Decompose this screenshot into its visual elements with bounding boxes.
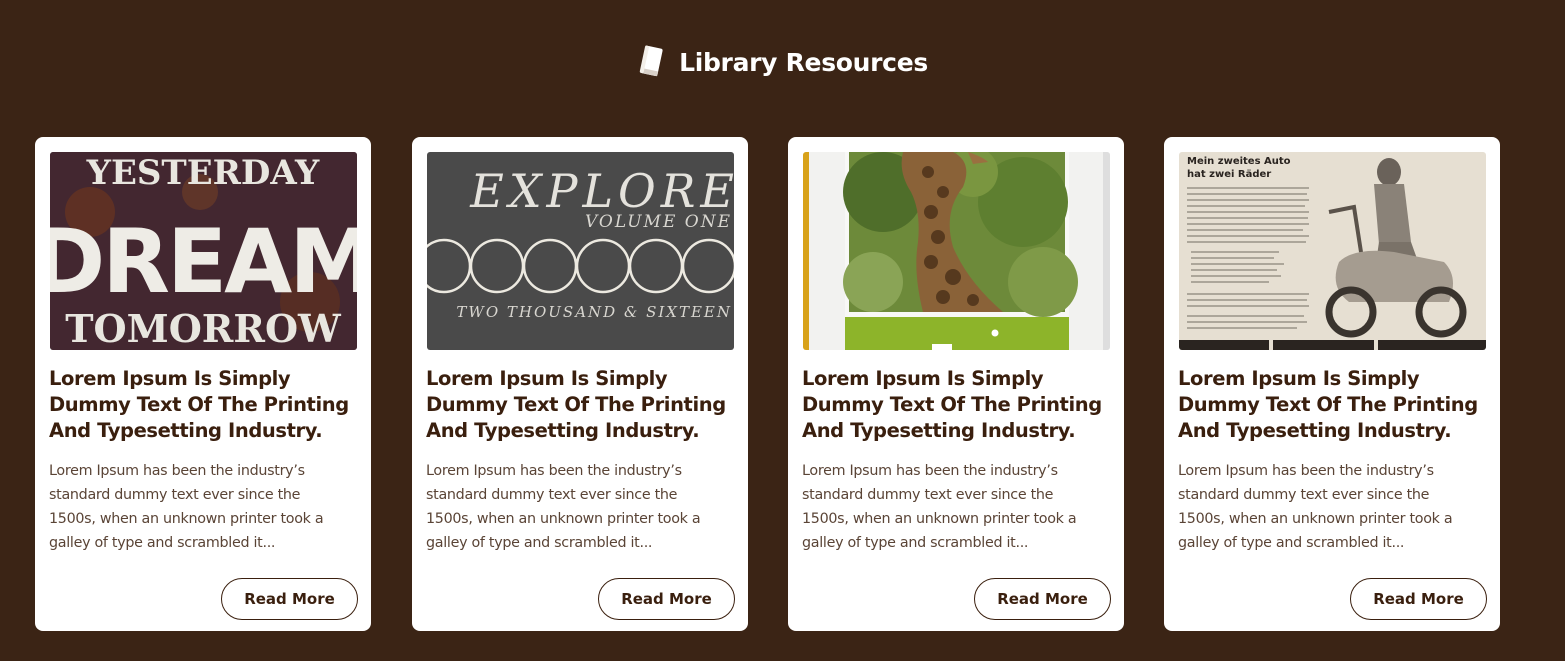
image-text-1: EXPLORE (469, 164, 734, 218)
resource-card: YESTERDAY DREAM TOMORROW Lorem Ipsum Is … (35, 137, 371, 631)
card-title[interactable]: Lorem Ipsum Is Simply Dummy Text Of The … (426, 366, 731, 444)
card-title[interactable]: Lorem Ipsum Is Simply Dummy Text Of The … (1178, 366, 1483, 444)
card-image[interactable]: YESTERDAY DREAM TOMORROW (50, 152, 357, 350)
image-text-2: VOLUME ONE (585, 212, 732, 232)
image-text-1: Mein zweites Auto (1187, 156, 1291, 167)
image-text-3: TOMORROW (65, 306, 342, 350)
read-more-button[interactable]: Read More (1350, 578, 1487, 620)
image-text-2: DREAM (50, 210, 357, 313)
resource-card: EXPLORE VOLUME ONE TWO THOUSAND & SIXTEE… (412, 137, 748, 631)
section-header: Library Resources (0, 44, 1565, 80)
card-description: Lorem Ipsum has been the industry’s stan… (49, 463, 324, 551)
vintage-scooter-ad-image: Mein zweites Auto hat zwei Räder (1179, 152, 1486, 350)
read-more-button[interactable]: Read More (598, 578, 735, 620)
card-title[interactable]: Lorem Ipsum Is Simply Dummy Text Of The … (49, 366, 354, 444)
read-more-button[interactable]: Read More (974, 578, 1111, 620)
card-image[interactable]: EXPLORE VOLUME ONE TWO THOUSAND & SIXTEE… (427, 152, 734, 350)
resource-card: Lorem Ipsum Is Simply Dummy Text Of The … (788, 137, 1124, 631)
card-description: Lorem Ipsum has been the industry’s stan… (802, 463, 1077, 551)
image-text-2: hat zwei Räder (1187, 169, 1271, 180)
card-title[interactable]: Lorem Ipsum Is Simply Dummy Text Of The … (802, 366, 1107, 444)
vintage-dream-sign-image: YESTERDAY DREAM TOMORROW (50, 152, 357, 350)
card-image[interactable]: Mein zweites Auto hat zwei Räder (1179, 152, 1486, 350)
image-text-3: TWO THOUSAND & SIXTEEN (456, 303, 732, 321)
image-text-1: YESTERDAY (86, 153, 320, 193)
explore-volume-cover-image: EXPLORE VOLUME ONE TWO THOUSAND & SIXTEE… (427, 152, 734, 350)
card-description: Lorem Ipsum has been the industry’s stan… (1178, 463, 1453, 551)
card-image[interactable] (803, 152, 1110, 350)
read-more-button[interactable]: Read More (221, 578, 358, 620)
book-icon (639, 45, 663, 77)
section-title: Library Resources (679, 47, 928, 77)
resource-card: Mein zweites Auto hat zwei Räder Lorem I… (1164, 137, 1500, 631)
card-description: Lorem Ipsum has been the industry’s stan… (426, 463, 701, 551)
giraffe-photo-image (803, 152, 1110, 350)
